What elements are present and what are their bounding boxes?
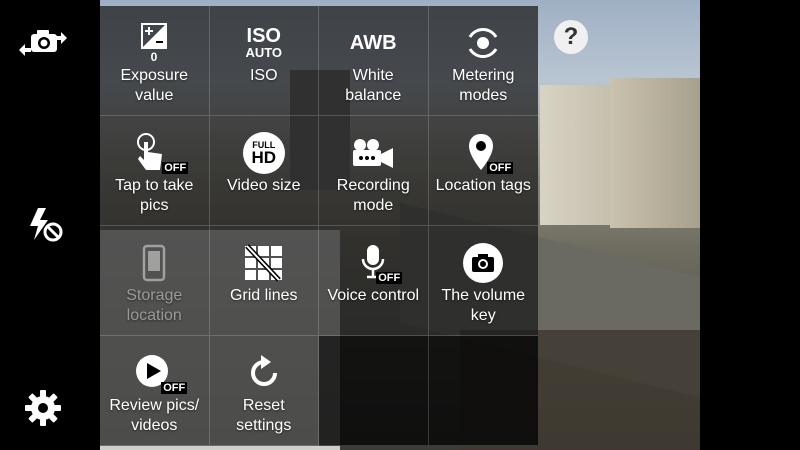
flash-off-icon [30,208,63,242]
metering-icon [468,27,498,59]
setting-voice-control[interactable]: OFF Voice control [319,226,429,336]
setting-label: The volume key [441,287,526,324]
camera-switch-icon [19,30,67,56]
setting-label: Recording mode [336,177,410,214]
off-badge: OFF [161,382,188,394]
off-badge: OFF [162,162,189,174]
setting-volume-key[interactable]: The volume key [428,226,538,336]
camera-icon [463,243,504,283]
storage-icon [143,244,166,282]
setting-recording-mode[interactable]: Recording mode [319,116,429,226]
setting-exposure-value[interactable]: 0 Exposure value [100,6,210,116]
setting-iso[interactable]: ISO AUTO ISO [209,6,319,116]
setting-label: Storage location [126,287,183,324]
setting-label: Video size [226,177,301,194]
empty-cell [428,336,538,446]
right-control-bar [700,0,800,450]
setting-label: Location tags [435,177,531,194]
viewfinder-building [610,78,700,228]
full-hd-icon: FULL HD [242,132,285,174]
setting-white-balance[interactable]: AWB White balance [319,6,429,116]
off-badge: OFF [376,272,403,284]
setting-label: Metering modes [452,67,515,104]
empty-cell [319,336,429,446]
setting-label: Grid lines [229,287,298,304]
flash-button[interactable] [14,196,74,252]
setting-label: ISO [249,67,278,84]
svg-text:0: 0 [151,50,158,64]
setting-label: White balance [345,67,402,104]
setting-reset-settings[interactable]: Reset settings [209,336,319,446]
recording-mode-icon [353,139,394,168]
setting-label: Exposure value [120,67,189,104]
help-button[interactable]: ? [554,20,588,54]
off-badge: OFF [487,162,514,174]
setting-tap-to-take-pics[interactable]: OFF Tap to take pics [100,116,210,226]
setting-label: Tap to take pics [115,177,194,214]
setting-metering-modes[interactable]: Metering modes [428,6,538,116]
grid-lines-icon [244,244,282,282]
setting-video-size[interactable]: FULL HD Video size [209,116,319,226]
setting-grid-lines[interactable]: Grid lines [209,226,319,336]
quick-settings-panel: 0 Exposure value ISO AUTO ISO AWB White b… [100,6,538,446]
switch-camera-button[interactable] [13,16,73,72]
reset-icon [250,355,277,386]
setting-storage-location: Storage location [100,226,210,336]
left-control-bar [0,0,100,450]
awb-icon: AWB [349,32,397,54]
setting-location-tags[interactable]: OFF Location tags [428,116,538,226]
setting-label: Reset settings [236,397,292,434]
gear-icon [25,390,61,426]
iso-icon: ISO AUTO [245,25,283,60]
setting-review-pics-videos[interactable]: OFF Review pics/ videos [100,336,210,446]
setting-label: Voice control [327,287,420,304]
setting-label: Review pics/ videos [109,397,200,434]
settings-button[interactable] [13,380,73,436]
exposure-icon: 0 [141,23,168,64]
